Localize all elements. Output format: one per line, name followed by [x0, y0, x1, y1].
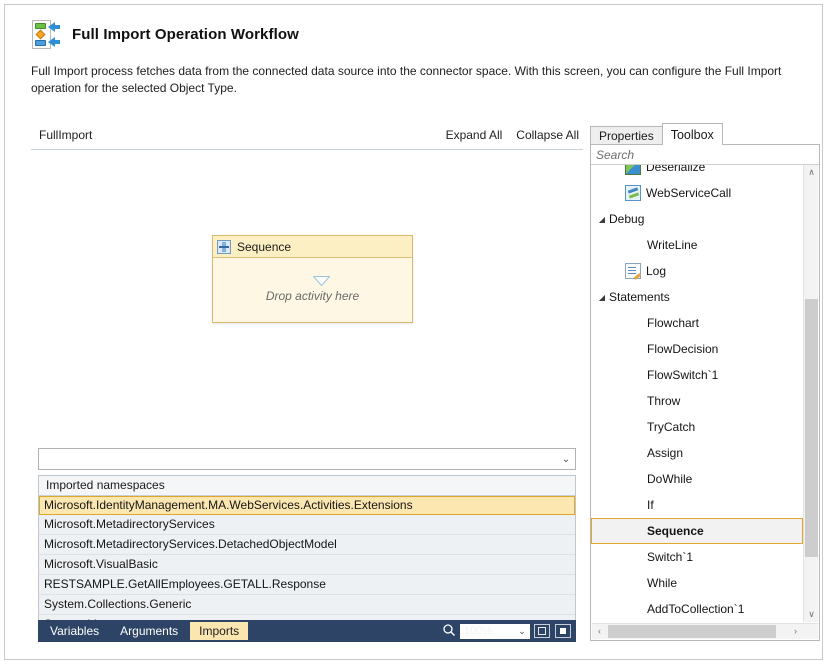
toolbox-item-trycatch[interactable]: TryCatch: [591, 414, 803, 440]
toolbox-search-input[interactable]: Search: [591, 145, 819, 165]
toolbox-item-label: Switch`1: [647, 550, 694, 564]
expander-open-icon[interactable]: ◢: [595, 293, 609, 302]
toolbox-item-label: Flowchart: [647, 316, 700, 330]
imported-namespaces-column-header: Imported namespaces: [39, 476, 575, 496]
tab-toolbox[interactable]: Toolbox: [661, 123, 723, 145]
toolbox-item-assign[interactable]: Assign: [591, 440, 803, 466]
toolbox-item-label: WriteLine: [647, 238, 698, 252]
designer-status-bar: Variables Arguments Imports 100% ⌄: [38, 620, 576, 642]
scroll-up-icon[interactable]: ∧: [804, 165, 819, 180]
toolbox-item-label: Deserialize: [646, 165, 706, 174]
toolbox-item-flowdecision[interactable]: FlowDecision: [591, 336, 803, 362]
toolbox-body: Search Deserialize WebServiceCall ◢ Debu…: [590, 144, 820, 641]
designer-canvas[interactable]: Sequence Drop activity here: [31, 150, 583, 442]
toolbox-item-throw[interactable]: Throw: [591, 388, 803, 414]
toolbox-tree-viewport: Deserialize WebServiceCall ◢ Debug Write…: [591, 165, 819, 622]
toolbox-item-label: FlowDecision: [647, 342, 719, 356]
overview-map-icon[interactable]: [555, 624, 571, 638]
toolbox-item-label: TryCatch: [647, 420, 696, 434]
deserialize-icon: [625, 165, 641, 175]
toolbox-search-placeholder: Search: [596, 147, 635, 162]
toolbox-tree: Deserialize WebServiceCall ◢ Debug Write…: [591, 165, 803, 622]
imports-panel: ⌄ Imported namespaces Microsoft.Identity…: [31, 448, 583, 636]
body-area: FullImport Expand All Collapse All Seque…: [5, 123, 822, 659]
designer-toolbar: FullImport Expand All Collapse All: [31, 123, 583, 147]
sequence-activity[interactable]: Sequence Drop activity here: [212, 235, 413, 323]
chevron-down-icon[interactable]: ⌄: [557, 454, 575, 465]
toolbox-item-if[interactable]: If: [591, 492, 803, 518]
table-row[interactable]: RESTSAMPLE.GetAllEmployees.GETALL.Respon…: [39, 575, 575, 595]
table-row[interactable]: System.Collections.Generic: [39, 595, 575, 615]
sequence-activity-body[interactable]: Drop activity here: [213, 258, 412, 322]
scroll-right-icon[interactable]: ›: [788, 624, 803, 639]
vertical-scroll-thumb[interactable]: [805, 299, 818, 557]
toolbox-item-sequence[interactable]: Sequence: [591, 518, 803, 544]
page-header: Full Import Operation Workflow: [5, 5, 822, 49]
workflow-configuration-window: Full Import Operation Workflow Full Impo…: [4, 4, 823, 660]
expand-all-button[interactable]: Expand All: [446, 128, 503, 142]
toolbox-item-label: AddToCollection`1: [647, 602, 745, 616]
toolbox-item-label: DoWhile: [647, 472, 693, 486]
drop-target-caret-icon: [305, 268, 330, 286]
table-row[interactable]: Microsoft.MetadirectoryServices: [39, 515, 575, 535]
toolbox-panel: Properties Toolbox Search Deserialize We…: [590, 123, 820, 656]
toolbox-group-statements[interactable]: ◢ Statements: [591, 284, 803, 310]
toolbox-item-webservicecall[interactable]: WebServiceCall: [591, 180, 803, 206]
toolbox-vertical-scrollbar[interactable]: ∧ ∨: [803, 165, 818, 622]
table-row[interactable]: Microsoft.IdentityManagement.MA.WebServi…: [39, 496, 575, 515]
toolbox-item-label: Throw: [647, 394, 681, 408]
namespace-input[interactable]: ⌄: [38, 448, 576, 470]
expander-open-icon[interactable]: ◢: [595, 215, 609, 224]
toolbox-item-deserialize[interactable]: Deserialize: [591, 165, 803, 180]
toolbox-group-debug[interactable]: ◢ Debug: [591, 206, 803, 232]
toolbox-group-label: Statements: [609, 290, 670, 304]
webservicecall-icon: [625, 185, 641, 201]
breadcrumb[interactable]: FullImport: [39, 128, 92, 142]
collapse-all-button[interactable]: Collapse All: [516, 128, 579, 142]
toolbox-group-label: Debug: [609, 212, 645, 226]
tab-variables[interactable]: Variables: [41, 622, 108, 640]
workflow-import-icon: [31, 19, 61, 49]
toolbox-horizontal-scrollbar[interactable]: ‹ ›: [592, 623, 818, 639]
toolbox-item-label: If: [647, 498, 654, 512]
toolbox-item-label: While: [647, 576, 678, 590]
drop-activity-hint: Drop activity here: [265, 289, 360, 303]
panel-tab-strip: Properties Toolbox: [590, 123, 820, 145]
table-row[interactable]: Microsoft.VisualBasic: [39, 555, 575, 575]
log-icon: [625, 263, 641, 279]
toolbox-item-label: Log: [646, 264, 667, 278]
imported-namespaces-table: Imported namespaces Microsoft.IdentityMa…: [38, 475, 576, 636]
page-title: Full Import Operation Workflow: [72, 25, 299, 43]
toolbox-item-label: WebServiceCall: [646, 186, 732, 200]
tab-arguments[interactable]: Arguments: [111, 622, 187, 640]
workflow-designer: FullImport Expand All Collapse All Seque…: [31, 123, 583, 650]
toolbox-item-label: FlowSwitch`1: [647, 368, 719, 382]
toolbox-item-while[interactable]: While: [591, 570, 803, 596]
toolbox-item-addtocollection[interactable]: AddToCollection`1: [591, 596, 803, 622]
sequence-activity-header[interactable]: Sequence: [213, 236, 412, 258]
toolbox-item-dowhile[interactable]: DoWhile: [591, 466, 803, 492]
chevron-down-icon[interactable]: ⌄: [515, 626, 529, 637]
table-row[interactable]: Microsoft.MetadirectoryServices.Detached…: [39, 535, 575, 555]
toolbox-item-label: Sequence: [647, 524, 704, 538]
zoom-level-value: 100%: [464, 625, 493, 637]
tab-imports[interactable]: Imports: [190, 622, 249, 640]
horizontal-scroll-thumb[interactable]: [608, 625, 776, 638]
scroll-down-icon[interactable]: ∨: [804, 607, 819, 622]
zoom-level-combo[interactable]: 100% ⌄: [460, 623, 530, 639]
toolbox-item-flowswitch[interactable]: FlowSwitch`1: [591, 362, 803, 388]
toolbox-item-writeline[interactable]: WriteLine: [591, 232, 803, 258]
toolbox-item-switch[interactable]: Switch`1: [591, 544, 803, 570]
sequence-activity-label: Sequence: [237, 239, 292, 254]
fit-to-screen-icon[interactable]: [534, 624, 550, 638]
tab-properties[interactable]: Properties: [590, 126, 663, 145]
sequence-icon: [217, 239, 231, 254]
page-description: Full Import process fetches data from th…: [31, 64, 782, 95]
toolbox-item-flowchart[interactable]: Flowchart: [591, 310, 803, 336]
toolbox-item-log[interactable]: Log: [591, 258, 803, 284]
search-icon[interactable]: [438, 623, 460, 640]
toolbox-item-label: Assign: [647, 446, 684, 460]
scroll-left-icon[interactable]: ‹: [592, 624, 607, 639]
